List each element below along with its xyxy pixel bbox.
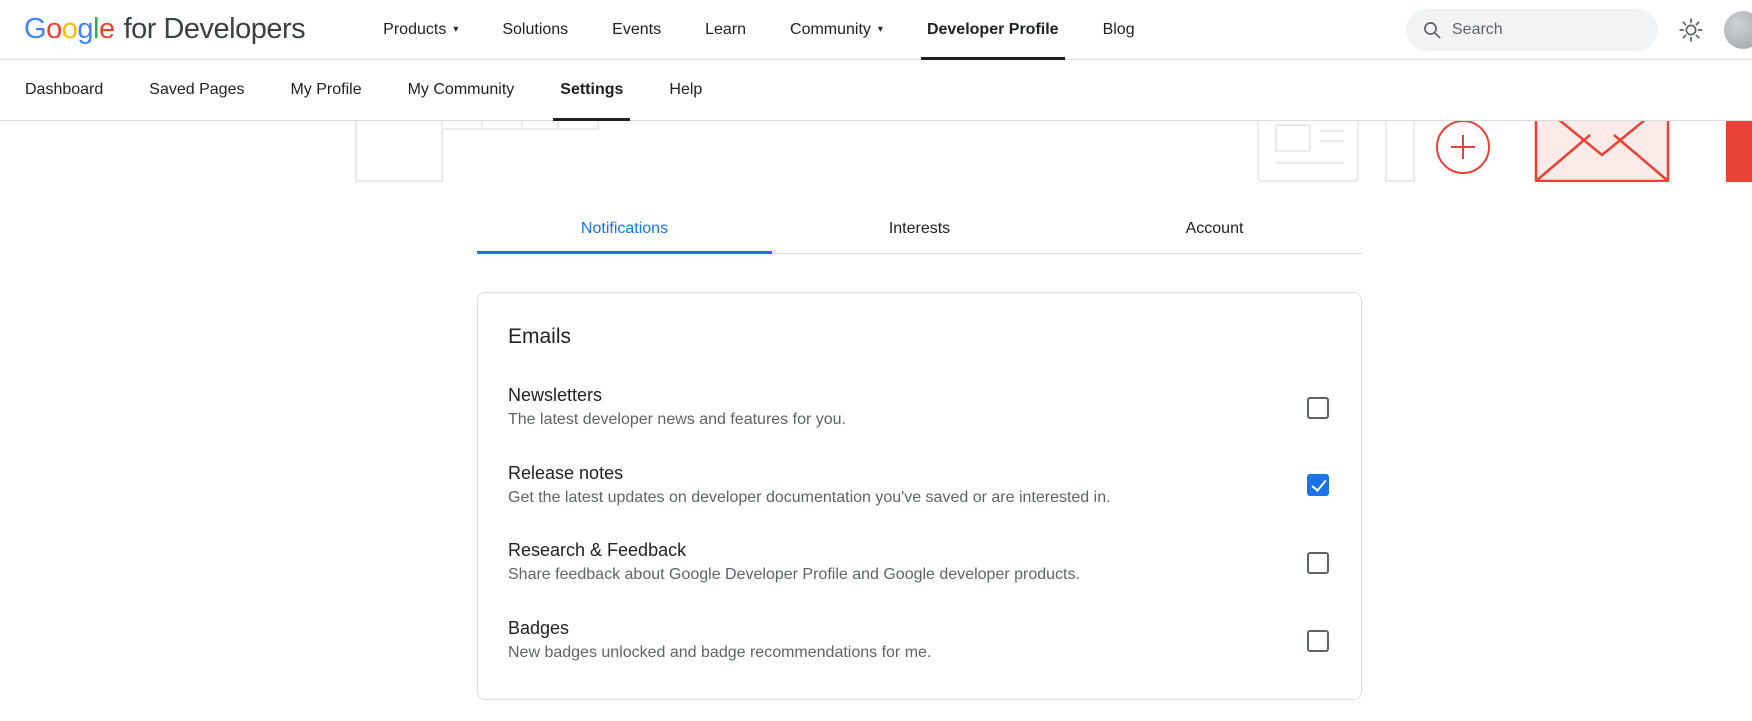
tab-label: Account [1186, 220, 1244, 237]
grid-decoration [356, 121, 598, 181]
list-decoration [1258, 121, 1414, 181]
logo-letter: e [99, 13, 115, 46]
subnav-label: My Profile [290, 81, 361, 99]
nav-item-blog[interactable]: Blog [1081, 0, 1157, 60]
chevron-down-icon: ▾ [878, 24, 883, 35]
subnav-label: Saved Pages [149, 81, 244, 99]
nav-item-community[interactable]: Community ▾ [768, 0, 905, 60]
release-notes-checkbox[interactable] [1307, 474, 1329, 496]
search-input[interactable] [1452, 21, 1642, 39]
tab-label: Notifications [581, 220, 668, 237]
setting-description: The latest developer news and features f… [508, 409, 846, 431]
tab-notifications[interactable]: Notifications [477, 207, 772, 253]
logo-letter: G [24, 13, 46, 46]
setting-description: New badges unlocked and badge recommenda… [508, 642, 931, 664]
search-box[interactable] [1406, 9, 1658, 51]
profile-subnav: Dashboard Saved Pages My Profile My Comm… [0, 60, 1752, 121]
setting-title: Badges [508, 618, 931, 639]
emails-card: Emails Newsletters The latest developer … [477, 292, 1362, 700]
main-content: Notifications Interests Account Emails N… [0, 207, 1752, 700]
top-header: Google for Developers Products ▾ Solutio… [0, 0, 1752, 60]
setting-title: Newsletters [508, 385, 846, 406]
red-edge-bar [1726, 121, 1752, 182]
banner-decorations [0, 121, 1752, 182]
nav-label: Blog [1103, 21, 1135, 39]
subnav-item-help[interactable]: Help [646, 60, 725, 121]
subnav-label: My Community [408, 81, 515, 99]
nav-item-learn[interactable]: Learn [683, 0, 768, 60]
setting-text: Research & Feedback Share feedback about… [508, 540, 1080, 586]
setting-title: Research & Feedback [508, 540, 1080, 561]
subnav-item-saved-pages[interactable]: Saved Pages [126, 60, 267, 121]
research-feedback-checkbox[interactable] [1307, 552, 1329, 574]
nav-label: Learn [705, 21, 746, 39]
search-icon [1422, 20, 1442, 40]
setting-text: Badges New badges unlocked and badge rec… [508, 618, 931, 664]
tab-account[interactable]: Account [1067, 207, 1362, 253]
newsletters-checkbox[interactable] [1307, 397, 1329, 419]
nav-label: Community [790, 21, 871, 39]
subnav-item-my-profile[interactable]: My Profile [267, 60, 384, 121]
subnav-label: Help [669, 81, 702, 99]
email-setting-row: Newsletters The latest developer news an… [508, 385, 1329, 431]
logo-suffix: for Developers [124, 13, 306, 46]
theme-toggle-button[interactable] [1678, 17, 1704, 43]
logo-letter: o [46, 13, 62, 46]
card-title: Emails [508, 325, 1329, 349]
setting-text: Newsletters The latest developer news an… [508, 385, 846, 431]
settings-tabs: Notifications Interests Account [477, 207, 1362, 254]
nav-label: Products [383, 21, 446, 39]
avatar[interactable] [1724, 11, 1752, 49]
subnav-label: Settings [560, 81, 623, 99]
logo-letter: g [77, 13, 93, 46]
subnav-item-dashboard[interactable]: Dashboard [2, 60, 126, 121]
nav-item-events[interactable]: Events [590, 0, 683, 60]
setting-description: Share feedback about Google Developer Pr… [508, 564, 1080, 586]
google-developers-logo[interactable]: Google for Developers [24, 13, 305, 46]
nav-item-products[interactable]: Products ▾ [361, 0, 480, 60]
nav-label: Developer Profile [927, 21, 1059, 39]
chevron-down-icon: ▾ [453, 24, 458, 35]
nav-label: Events [612, 21, 661, 39]
tab-interests[interactable]: Interests [772, 207, 1067, 253]
subnav-item-settings[interactable]: Settings [537, 60, 646, 121]
nav-item-developer-profile[interactable]: Developer Profile [905, 0, 1081, 60]
sun-icon [1678, 17, 1704, 43]
setting-title: Release notes [508, 463, 1111, 484]
email-setting-row: Badges New badges unlocked and badge rec… [508, 618, 1329, 664]
email-setting-row: Research & Feedback Share feedback about… [508, 540, 1329, 586]
decorative-banner [0, 121, 1752, 182]
tab-label: Interests [889, 220, 950, 237]
setting-description: Get the latest updates on developer docu… [508, 487, 1111, 509]
setting-text: Release notes Get the latest updates on … [508, 463, 1111, 509]
subnav-label: Dashboard [25, 81, 103, 99]
plus-circle-icon [1437, 121, 1489, 173]
nav-label: Solutions [502, 21, 568, 39]
primary-nav: Products ▾ Solutions Events Learn Commun… [361, 0, 1156, 60]
badges-checkbox[interactable] [1307, 630, 1329, 652]
subnav-item-my-community[interactable]: My Community [385, 60, 538, 121]
nav-item-solutions[interactable]: Solutions [480, 0, 590, 60]
email-setting-row: Release notes Get the latest updates on … [508, 463, 1329, 509]
logo-letter: o [62, 13, 78, 46]
envelope-decoration [1536, 121, 1668, 181]
